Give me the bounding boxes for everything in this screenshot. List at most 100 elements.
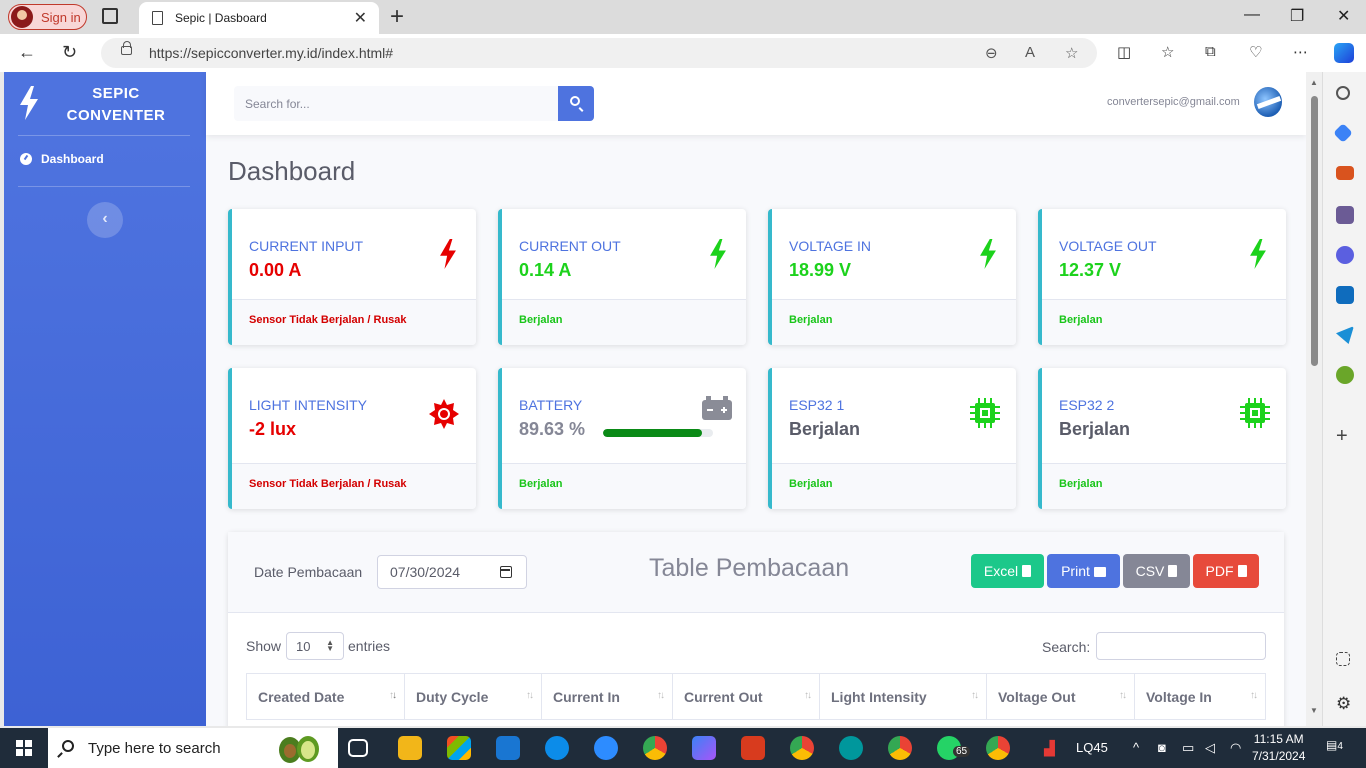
screenshot-icon[interactable] [1336, 652, 1350, 666]
whatsapp-icon[interactable]: 65 [937, 736, 971, 760]
card-footer: Sensor Tidak Berjalan / Rusak [232, 463, 476, 509]
user-avatar[interactable] [1254, 87, 1282, 117]
new-tab-icon[interactable]: + [390, 3, 404, 31]
wps-office-icon[interactable] [741, 736, 765, 760]
more-options-icon[interactable]: ⋯ [1293, 43, 1308, 61]
column-header-light-intensity[interactable]: Light Intensity ↑↓ [819, 673, 987, 720]
search-input[interactable] [234, 86, 558, 121]
restore-icon[interactable]: ❐ [1290, 6, 1304, 26]
collections-icon[interactable]: ⧉ [1205, 43, 1216, 60]
chrome-icon[interactable] [643, 736, 667, 760]
chrome-profile-icon[interactable] [888, 736, 912, 760]
card-label: VOLTAGE IN [789, 238, 871, 254]
chrome-profile-icon[interactable] [986, 736, 1010, 760]
close-tab-icon[interactable]: ✕ [354, 8, 367, 28]
shopping-tag-icon[interactable] [1333, 123, 1353, 143]
taskbar-search[interactable]: Type here to search [48, 728, 338, 768]
notifications-icon[interactable]: ▤4 [1326, 738, 1343, 752]
clock[interactable]: 11:15 AM 7/31/2024 [1252, 731, 1305, 765]
add-icon[interactable]: + [1336, 426, 1354, 446]
stock-label[interactable]: LQ45 [1076, 740, 1108, 755]
copilot-icon[interactable] [1334, 43, 1354, 63]
lock-icon[interactable] [121, 41, 132, 55]
mail-icon[interactable] [496, 736, 520, 760]
tab-actions-icon[interactable] [102, 8, 118, 24]
card-label: CURRENT INPUT [249, 238, 364, 254]
table-search-input[interactable] [1096, 632, 1266, 660]
chrome-profile-icon[interactable] [790, 736, 814, 760]
windows-start-icon[interactable] [16, 740, 32, 756]
battery-tray-icon[interactable]: ▭ [1182, 740, 1194, 756]
column-header-current-out[interactable]: Current Out ↑↓ [672, 673, 820, 720]
tools-icon[interactable] [1336, 166, 1354, 180]
calendar-icon[interactable] [500, 566, 512, 578]
column-header-duty-cycle[interactable]: Duty Cycle ↑↓ [404, 673, 542, 720]
url-field[interactable]: https://sepicconverter.my.id/index.html#… [101, 38, 1097, 68]
favorite-star-icon[interactable]: ☆ [1065, 44, 1078, 62]
column-header-created-date[interactable]: Created Date ↑↓ [246, 673, 405, 720]
telegram-icon[interactable] [1336, 326, 1354, 344]
print-button[interactable]: Print [1047, 554, 1120, 588]
column-header-voltage-out[interactable]: Voltage Out ↑↓ [986, 673, 1135, 720]
card-voltage-out: VOLTAGE OUT 12.37 V Berjalan [1038, 209, 1286, 345]
search-button[interactable] [558, 86, 594, 121]
stock-chart-icon[interactable]: ▟ [1044, 740, 1055, 757]
wifi-icon[interactable]: ◠ [1230, 740, 1241, 756]
microsoft-store-icon[interactable] [447, 736, 471, 760]
back-icon[interactable]: ← [18, 42, 36, 63]
arduino-icon[interactable] [839, 736, 863, 760]
edge-icon[interactable] [545, 736, 569, 760]
card-footer: Berjalan [502, 299, 746, 345]
volume-icon[interactable]: ◁ [1205, 740, 1215, 756]
outlook-icon[interactable] [1336, 286, 1354, 304]
sort-icon: ↑↓ [526, 690, 534, 701]
zoom-icon[interactable]: ⊖ [985, 44, 998, 62]
read-aloud-icon[interactable]: A [1025, 44, 1035, 61]
minimize-icon[interactable]: — [1244, 6, 1260, 24]
sign-in-button[interactable]: Sign in [8, 4, 87, 30]
page-icon [152, 11, 163, 25]
scroll-down-icon[interactable]: ▼ [1310, 706, 1318, 715]
battery-progress-fill [603, 429, 702, 437]
active-tab[interactable]: Sepic | Dasboard ✕ [139, 2, 379, 34]
excel-button[interactable]: Excel [971, 554, 1044, 588]
search-icon[interactable] [1336, 86, 1350, 100]
copilot-taskbar-icon[interactable] [692, 736, 716, 760]
tab-title: Sepic | Dasboard [175, 11, 267, 25]
pdf-button[interactable]: PDF [1193, 554, 1259, 588]
sidebar-item-dashboard[interactable]: Dashboard [20, 152, 104, 166]
task-view-icon[interactable] [348, 739, 368, 757]
topbar: convertersepic@gmail.com [206, 72, 1306, 135]
column-header-voltage-in[interactable]: Voltage In ↑↓ [1134, 673, 1266, 720]
sidebar-toggle-button[interactable]: ‹ [87, 202, 123, 238]
tree-icon[interactable] [1336, 366, 1354, 384]
copilot-app-icon[interactable] [1336, 246, 1354, 264]
file-explorer-icon[interactable] [398, 736, 422, 760]
games-icon[interactable] [1336, 206, 1354, 224]
scrollbar-thumb[interactable] [1311, 96, 1318, 366]
column-header-current-in[interactable]: Current In ↑↓ [541, 673, 673, 720]
favorites-icon[interactable]: ☆ [1161, 43, 1174, 61]
card-value: 0.00 A [249, 260, 302, 280]
date-input[interactable]: 07/30/2024 [377, 555, 527, 589]
refresh-icon[interactable]: ↻ [62, 42, 77, 63]
camera-icon[interactable]: ◙ [1158, 740, 1166, 755]
search-field [234, 86, 558, 121]
entries-select[interactable]: 10 ▲ ▼ [286, 632, 344, 660]
split-screen-icon[interactable]: ◫ [1117, 43, 1131, 61]
brand[interactable]: SEPIC CONVENTER [4, 72, 206, 135]
sort-icon: ↑↓ [1250, 690, 1258, 701]
browser-essentials-icon[interactable]: ♡ [1249, 43, 1262, 61]
close-window-icon[interactable]: ✕ [1337, 6, 1350, 26]
zoom-icon[interactable] [594, 736, 618, 760]
page-scrollbar[interactable]: ▲ ▼ [1306, 72, 1322, 726]
scroll-up-icon[interactable]: ▲ [1310, 78, 1318, 87]
csv-button[interactable]: CSV [1123, 554, 1190, 588]
user-email[interactable]: convertersepic@gmail.com [1107, 96, 1240, 108]
show-hidden-icons-icon[interactable]: ^ [1133, 740, 1139, 755]
settings-gear-icon[interactable]: ⚙ [1336, 695, 1354, 714]
profile-avatar [11, 6, 33, 28]
column-header-label: Voltage In [1146, 688, 1212, 705]
printer-icon [1093, 567, 1106, 577]
sun-icon [429, 399, 459, 429]
